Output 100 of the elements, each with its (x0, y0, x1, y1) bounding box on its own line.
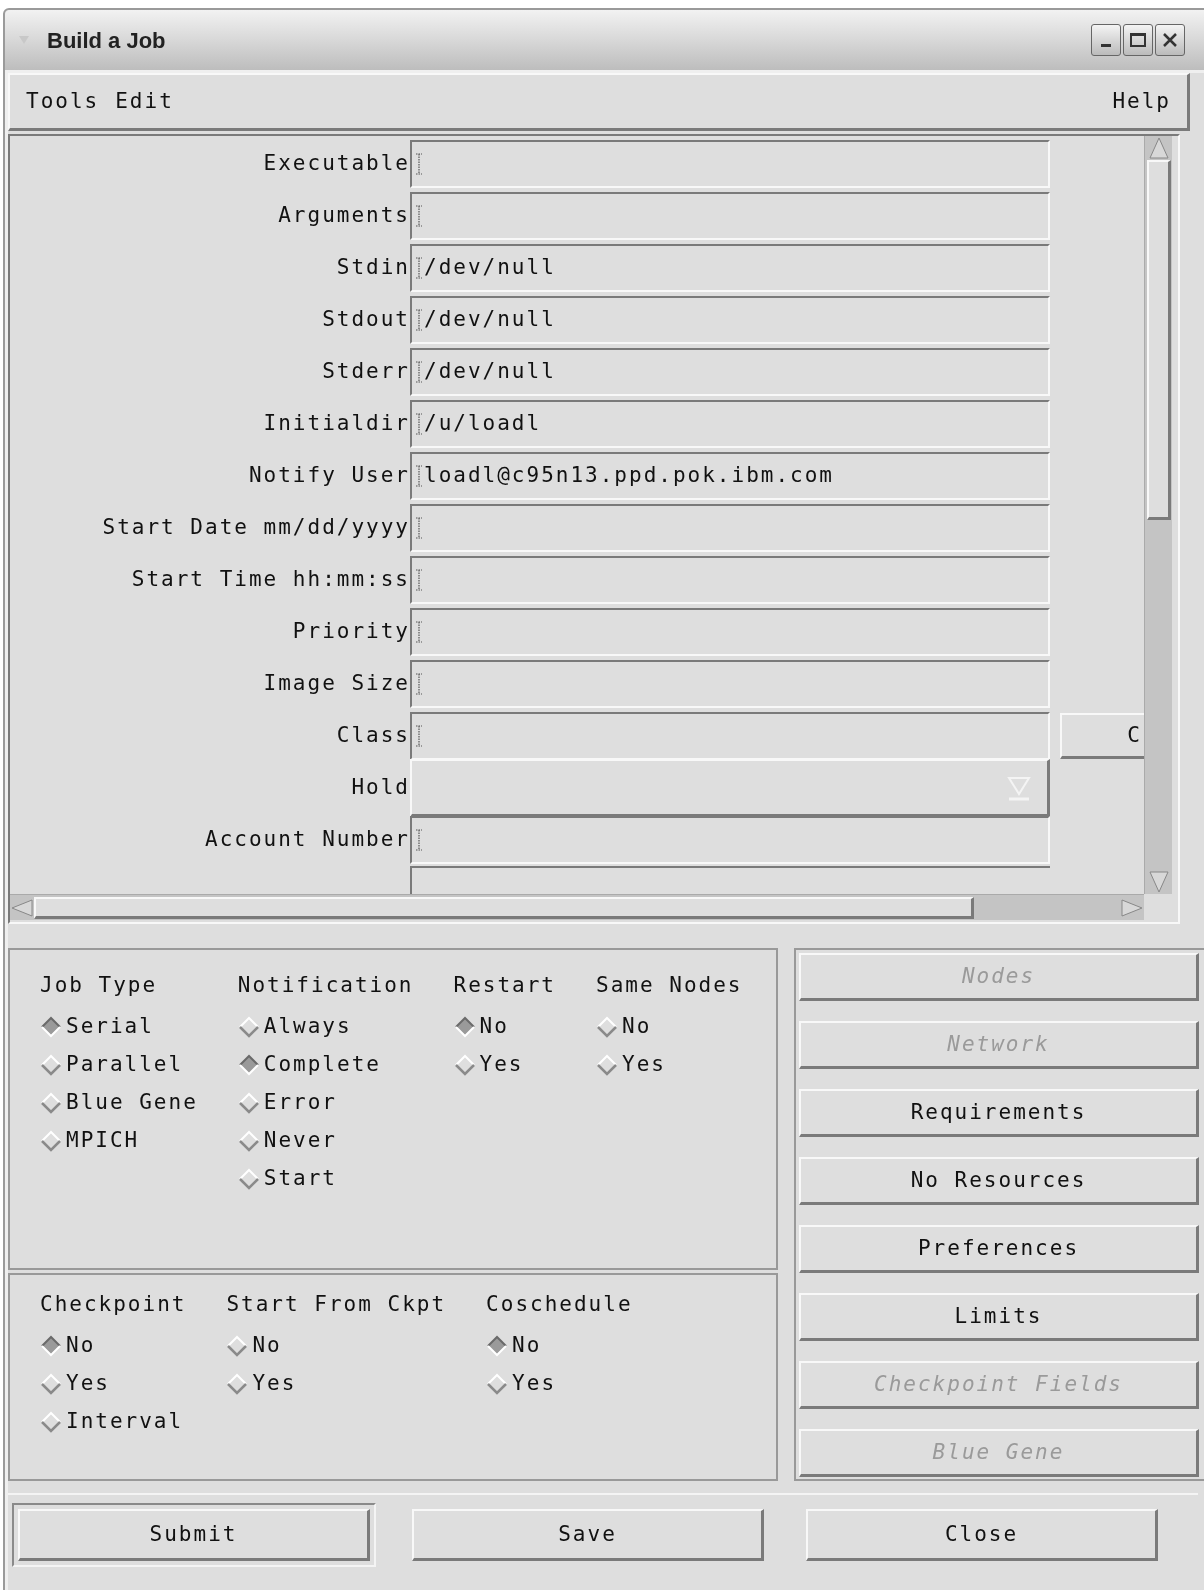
text-cursor-icon (416, 569, 422, 591)
side-button[interactable]: Limits (799, 1293, 1199, 1341)
dialog-button[interactable]: Save (412, 1509, 764, 1561)
radio-diamond-icon[interactable] (40, 1092, 62, 1114)
radio-option[interactable]: No (596, 1008, 743, 1046)
hold-dropdown[interactable] (410, 759, 1050, 817)
text-cursor-icon (416, 205, 422, 227)
field-label: Start Date mm/dd/yyyy (101, 514, 410, 542)
radio-diamond-icon[interactable] (40, 1130, 62, 1152)
field-label: Image Size (262, 670, 410, 698)
radio-option[interactable]: Complete (237, 1046, 414, 1084)
field-label: Class (335, 722, 410, 750)
menu-item[interactable]: Tools (26, 85, 100, 118)
field-label: Account Number (204, 826, 410, 854)
radio-diamond-icon[interactable] (237, 1168, 260, 1190)
field-label: Stdout (321, 306, 410, 334)
radio-option[interactable]: No (226, 1327, 447, 1365)
radio-option[interactable]: MPICH (40, 1122, 198, 1160)
radio-diamond-icon[interactable] (40, 1335, 62, 1357)
close-button[interactable] (1155, 24, 1185, 56)
radio-option[interactable]: Parallel (40, 1046, 198, 1084)
scroll-up-icon[interactable] (1147, 136, 1170, 160)
radio-diamond-icon[interactable] (596, 1054, 619, 1076)
group-title: Checkpoint (40, 1291, 187, 1319)
radio-option[interactable]: Never (237, 1122, 414, 1160)
scroll-thumb[interactable] (1146, 160, 1171, 520)
maximize-button[interactable] (1123, 24, 1153, 56)
radio-option[interactable]: Always (237, 1008, 414, 1046)
radio-diamond-icon[interactable] (40, 1016, 62, 1038)
text-field[interactable] (410, 660, 1050, 708)
close-icon (1161, 31, 1179, 49)
field-label: Priority (291, 618, 410, 646)
text-field[interactable]: /dev/null (410, 296, 1050, 344)
radio-option[interactable]: Blue Gene (40, 1084, 198, 1122)
radio-diamond-icon[interactable] (453, 1054, 476, 1076)
radio-option[interactable]: Yes (596, 1046, 743, 1084)
text-field[interactable] (410, 192, 1050, 240)
text-cursor-icon (416, 829, 422, 851)
radio-diamond-icon[interactable] (226, 1335, 249, 1357)
radio-diamond-icon[interactable] (453, 1016, 476, 1038)
menu-item[interactable]: Edit (115, 85, 174, 118)
dialog-button[interactable]: Close (806, 1509, 1158, 1561)
group-title: Notification (237, 972, 414, 1000)
radio-option[interactable]: Serial (40, 1008, 198, 1046)
radio-diamond-icon[interactable] (237, 1130, 260, 1152)
text-field[interactable]: /u/loadl (410, 400, 1050, 448)
dialog-button[interactable]: Submit (18, 1509, 370, 1561)
side-button[interactable]: No Resources (799, 1157, 1199, 1205)
radio-diamond-icon[interactable] (596, 1016, 619, 1038)
field-label: Start Time hh:mm:ss (130, 566, 410, 594)
text-field[interactable]: /dev/null (410, 348, 1050, 396)
text-cursor-icon (416, 309, 422, 331)
text-field[interactable] (410, 866, 1050, 894)
field-label: Notify User (247, 462, 410, 490)
radio-option[interactable]: Error (237, 1084, 414, 1122)
radio-diamond-icon[interactable] (226, 1373, 249, 1395)
scroll-left-icon[interactable] (10, 897, 34, 918)
text-field[interactable] (410, 608, 1050, 656)
scroll-right-icon[interactable] (1120, 897, 1144, 918)
text-cursor-icon (416, 257, 422, 279)
text-field[interactable] (410, 816, 1050, 864)
scroll-down-icon[interactable] (1147, 870, 1170, 894)
group-title: Start From Ckpt (226, 1291, 447, 1319)
radio-diamond-icon[interactable] (237, 1054, 260, 1076)
window-title: Build a Job (47, 26, 166, 55)
text-field[interactable]: /dev/null (410, 244, 1050, 292)
radio-option[interactable]: Yes (40, 1365, 187, 1403)
scroll-thumb[interactable] (34, 896, 974, 919)
radio-diamond-icon[interactable] (40, 1373, 62, 1395)
side-button[interactable]: Preferences (799, 1225, 1199, 1273)
radio-diamond-icon[interactable] (40, 1054, 62, 1076)
radio-diamond-icon[interactable] (237, 1016, 260, 1038)
menu-item[interactable]: Help (1112, 85, 1171, 118)
radio-option[interactable]: Yes (453, 1046, 557, 1084)
radio-diamond-icon[interactable] (486, 1335, 509, 1357)
field-label: Hold (350, 774, 410, 802)
radio-option[interactable]: No (40, 1327, 187, 1365)
radio-option[interactable]: Yes (486, 1365, 633, 1403)
minimize-button[interactable] (1091, 24, 1121, 56)
group-title: Same Nodes (596, 972, 743, 1000)
radio-option[interactable]: Yes (226, 1365, 447, 1403)
radio-diamond-icon[interactable] (237, 1092, 260, 1114)
text-field[interactable] (410, 140, 1050, 188)
radio-diamond-icon[interactable] (40, 1411, 62, 1433)
radio-diamond-icon[interactable] (486, 1373, 509, 1395)
vertical-scrollbar[interactable] (1144, 136, 1172, 894)
horizontal-scrollbar[interactable] (10, 894, 1144, 920)
text-field[interactable] (410, 556, 1050, 604)
radio-option[interactable]: Start (237, 1160, 414, 1198)
radio-option[interactable]: No (486, 1327, 633, 1365)
text-cursor-icon (416, 153, 422, 175)
radio-option[interactable]: Interval (40, 1403, 187, 1441)
text-field[interactable]: loadl@c95n13.ppd.pok.ibm.com (410, 452, 1050, 500)
side-button[interactable]: Requirements (799, 1089, 1199, 1137)
text-cursor-icon (416, 361, 422, 383)
text-cursor-icon (416, 621, 422, 643)
field-label: Stdin (335, 254, 410, 282)
text-field[interactable] (410, 712, 1050, 760)
radio-option[interactable]: No (453, 1008, 557, 1046)
text-field[interactable] (410, 504, 1050, 552)
